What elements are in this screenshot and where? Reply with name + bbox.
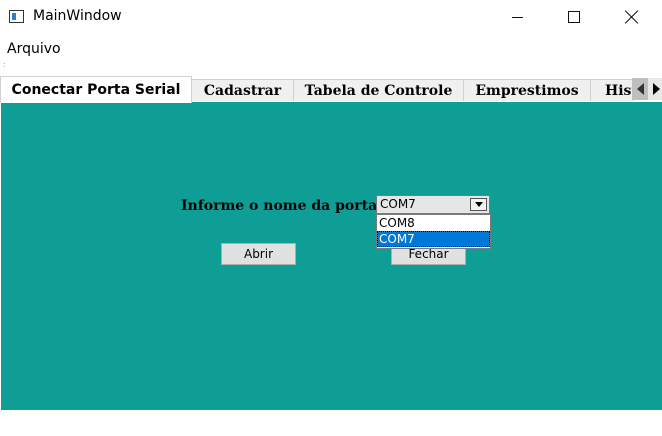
minimize-icon (511, 16, 523, 18)
maximize-button[interactable] (551, 0, 597, 34)
menu-item-arquivo[interactable]: Arquivo (7, 41, 61, 57)
chevron-left-icon (636, 83, 644, 95)
app-window-icon (9, 10, 24, 23)
chevron-down-icon (474, 202, 483, 207)
maximize-icon (568, 11, 580, 23)
toolbar-grip: : (3, 60, 6, 69)
tab-scroll-right-button[interactable] (648, 78, 662, 100)
tab-cadastrar[interactable]: Cadastrar (191, 79, 294, 101)
port-option-com8[interactable]: COM8 (377, 215, 490, 231)
tab-historico[interactable]: Hist (590, 79, 634, 101)
port-select-dropdown-button[interactable] (470, 198, 487, 211)
tab-scroll-left-button[interactable] (632, 78, 648, 100)
tab-tabela-de-controle[interactable]: Tabela de Controle (293, 79, 464, 101)
port-select[interactable]: COM7 (376, 195, 490, 214)
port-option-com7[interactable]: COM7 (377, 231, 490, 247)
title-bar: MainWindow (0, 0, 662, 34)
tab-conectar-porta-serial[interactable]: Conectar Porta Serial (0, 76, 192, 103)
open-port-button[interactable]: Abrir (221, 243, 296, 265)
port-label: Informe o nome da porta: (181, 198, 383, 214)
menu-bar: Arquivo (0, 36, 662, 60)
serial-connection-panel: Informe o nome da porta: COM7 COM8 COM7 … (1, 102, 662, 410)
tab-emprestimos[interactable]: Emprestimos (463, 79, 591, 101)
port-dropdown-list: COM8 COM7 (376, 214, 491, 249)
chevron-right-icon (652, 83, 660, 95)
minimize-button[interactable] (494, 0, 540, 34)
window-title: MainWindow (33, 8, 122, 24)
tab-strip: Conectar Porta Serial Cadastrar Tabela d… (0, 76, 662, 103)
close-icon (625, 10, 639, 24)
port-select-value: COM7 (380, 197, 416, 211)
close-window-button[interactable] (609, 0, 655, 34)
